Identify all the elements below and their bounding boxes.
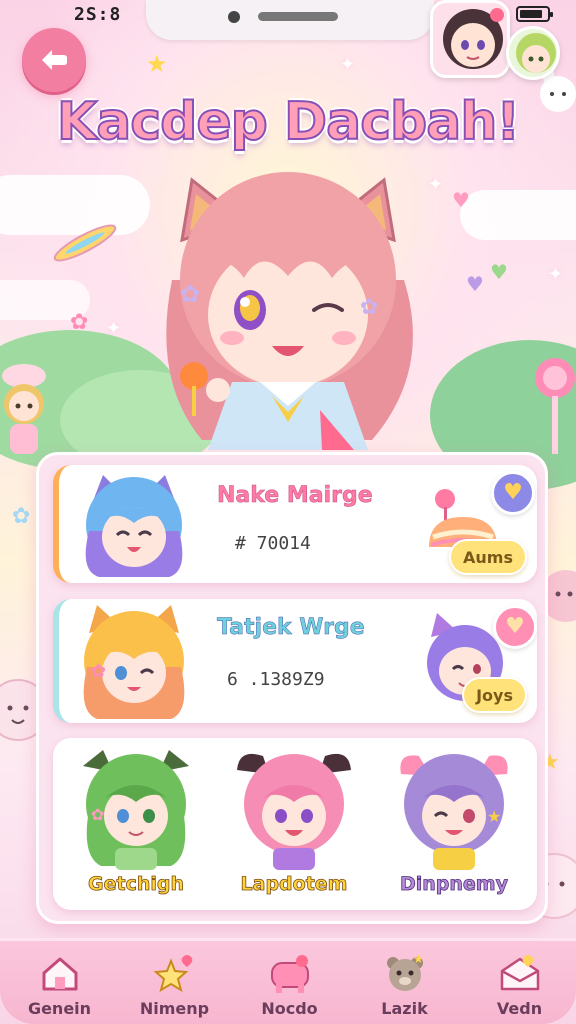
battery-icon [516, 6, 553, 22]
status-time: 2S:8 [74, 4, 122, 25]
nav-item-favorites[interactable]: Nimenp [117, 941, 232, 1024]
nav-item-friends[interactable]: ★ Lazik [347, 941, 462, 1024]
character-id: # 70014 [235, 533, 311, 554]
device-notch [146, 0, 434, 40]
avatar-portrait [443, 8, 504, 69]
friend-avatar[interactable] [506, 26, 560, 80]
character-name: Nake Mairge [217, 483, 373, 509]
character-label: Lapdotem [240, 873, 348, 896]
lollipop-tree [535, 358, 575, 454]
back-button[interactable] [22, 28, 86, 92]
nav-item-pets[interactable]: Nocdo [232, 941, 347, 1024]
nav-label: Vedn [496, 999, 543, 1018]
surfboard-decoration [53, 224, 117, 262]
nav-label: Lazik [381, 999, 428, 1018]
camera-icon [228, 11, 240, 23]
nav-label: Nocdo [261, 999, 318, 1018]
cloud [460, 190, 576, 240]
character-portrait[interactable]: ★ [389, 744, 519, 874]
character-list-panel: Nake Mairge # 70014 ♥ Aums ✿ Tatjek Wrge… [36, 452, 548, 924]
star-icon: ★ [146, 50, 168, 78]
game-screen: ★ ★ ★ ✦ ✦ ✦ ✦ ♥ ♥ ♥ ✿ ✿ [0, 0, 576, 1024]
character-name: Tatjek Wrge [217, 615, 365, 641]
speaker-grille [258, 12, 338, 21]
sparkle-icon: ✦ [340, 54, 356, 75]
character-label: Dinpnemy [399, 873, 509, 896]
card-tag[interactable]: Aums [449, 539, 527, 575]
svg-text:✿: ✿ [360, 295, 378, 320]
svg-text:✿: ✿ [91, 661, 106, 682]
mail-icon [500, 955, 540, 991]
hero-character: ✿ ✿ [166, 172, 413, 450]
favorite-button[interactable]: ♥ [491, 471, 535, 515]
back-arrow-icon [42, 50, 67, 70]
character-portrait[interactable] [229, 744, 359, 874]
card-tag[interactable]: Joys [462, 677, 527, 713]
pet-icon [271, 955, 309, 993]
heart-icon: ✿ [12, 504, 31, 529]
heart-icon: ♥ [466, 272, 484, 296]
nav-item-home[interactable]: Genein [2, 941, 117, 1024]
player-avatar[interactable] [430, 0, 510, 78]
sparkle-icon: ✦ [106, 318, 122, 339]
svg-text:★: ★ [487, 807, 501, 826]
heart-icon: ♥ [503, 480, 523, 505]
character-card[interactable]: ✿ Tatjek Wrge 6 .1389Z9 ♥ Joys [53, 599, 537, 723]
character-portrait [85, 475, 183, 577]
character-card[interactable]: Nake Mairge # 70014 ♥ Aums [53, 465, 537, 583]
svg-text:✿: ✿ [180, 280, 200, 308]
character-portrait[interactable]: ✿ [71, 744, 201, 874]
character-portrait: ✿ [83, 605, 185, 719]
svg-text:✿: ✿ [91, 805, 104, 824]
home-icon [42, 957, 78, 991]
character-id: 6 .1389Z9 [227, 669, 325, 690]
game-title: Kacdep Dacbah! [56, 91, 521, 153]
heart-icon: ♥ [490, 260, 508, 284]
nav-item-mail[interactable]: Vedn [462, 941, 576, 1024]
character-trio-card: ✿ ★ Getchigh Lapdotem Dinpnemy [53, 738, 537, 910]
nav-label: Genein [27, 999, 92, 1018]
heart-icon: ✿ [70, 310, 89, 335]
star-heart-icon [153, 955, 193, 993]
svg-text:★: ★ [413, 952, 424, 966]
character-label: Getchigh [88, 873, 185, 896]
sparkle-icon: ✦ [548, 264, 564, 285]
bottom-navigation: Genein Nimenp Nocdo ★ Lazik Vedn [0, 938, 576, 1024]
heart-icon: ♥ [505, 614, 525, 639]
bear-icon: ★ [387, 952, 424, 991]
favorite-button[interactable]: ♥ [493, 605, 537, 649]
nav-label: Nimenp [139, 999, 210, 1018]
heart-icon: ♥ [452, 188, 470, 212]
side-character-girl [2, 364, 46, 454]
